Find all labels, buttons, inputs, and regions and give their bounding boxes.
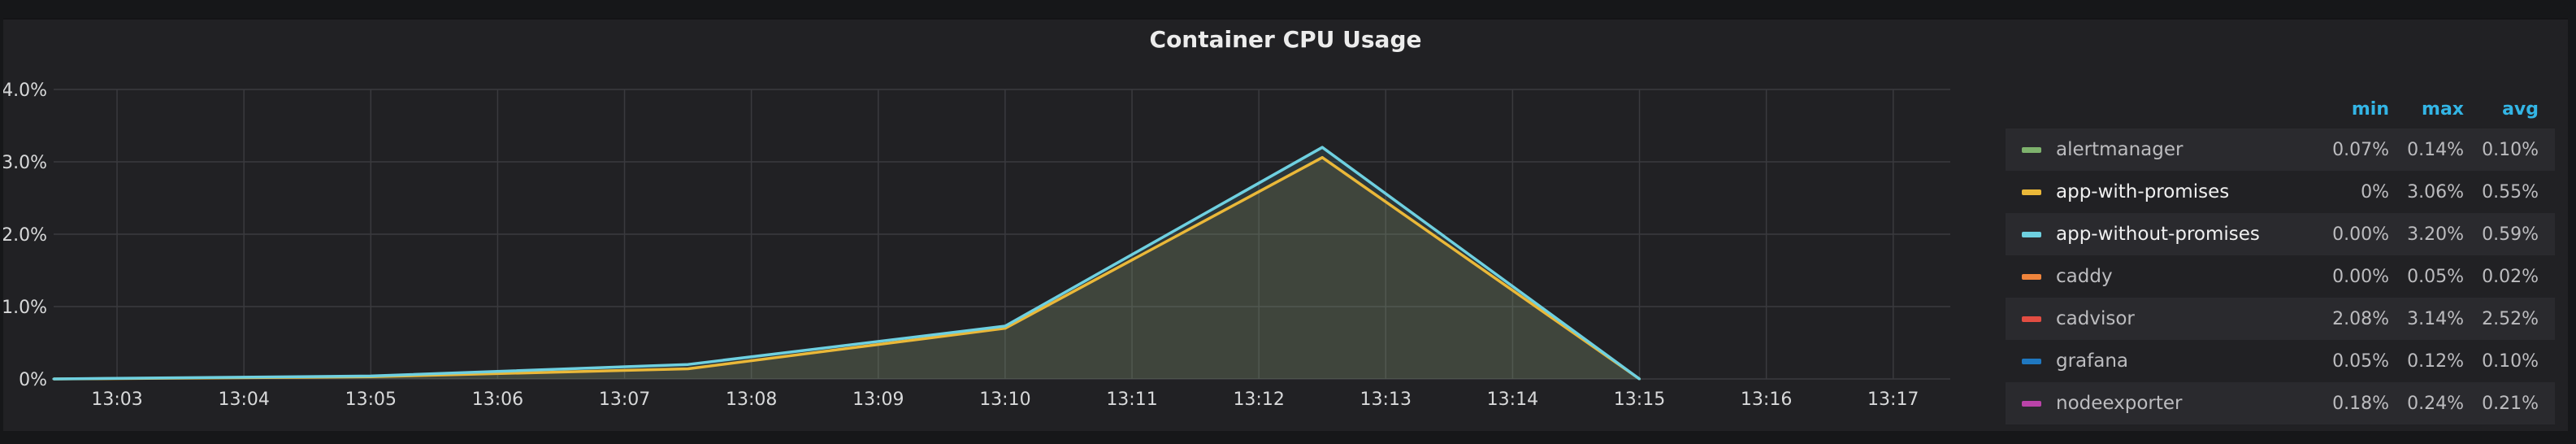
legend-item-cadvisor[interactable]: cadvisor 2.08% 3.14% 2.52% — [2006, 298, 2555, 340]
legend-min-value: 0% — [2361, 181, 2389, 202]
legend-min-value: 2.08% — [2332, 308, 2389, 329]
legend-max-value: 0.05% — [2407, 266, 2464, 287]
legend-avg-value: 0.55% — [2482, 181, 2539, 202]
legend-item-app-without-promises[interactable]: app-without-promises 0.00% 3.20% 0.59% — [2006, 213, 2555, 255]
y-tick-label: 0% — [19, 370, 47, 390]
legend-swatch[interactable] — [2022, 189, 2041, 195]
legend-max-value: 0.12% — [2407, 350, 2464, 372]
x-tick-label: 13:15 — [1614, 390, 1665, 410]
legend-item-nodeexporter[interactable]: nodeexporter 0.18% 0.24% 0.21% — [2006, 382, 2555, 424]
legend-avg-value: 0.10% — [2482, 350, 2539, 372]
y-axis: 0% 1.0% 2.0% 3.0% 4.0% — [3, 81, 47, 390]
y-tick-label: 4.0% — [3, 81, 47, 101]
legend-avg-value: 0.21% — [2482, 393, 2539, 414]
legend-series-name[interactable]: cadvisor — [2056, 308, 2314, 329]
legend-max-value: 3.14% — [2407, 308, 2464, 329]
legend-series-name[interactable]: grafana — [2056, 350, 2314, 372]
legend-table: min max avg alertmanager 0.07% 0.14% 0.10% a… — [2006, 89, 2555, 424]
data-point-app-with-promises[interactable] — [1321, 156, 1324, 159]
legend-item-caddy[interactable]: caddy 0.00% 0.05% 0.02% — [2006, 255, 2555, 298]
x-tick-label: 13:11 — [1106, 390, 1157, 410]
legend-swatch[interactable] — [2022, 146, 2041, 153]
x-tick-label: 13:07 — [599, 390, 650, 410]
x-tick-label: 13:16 — [1741, 390, 1792, 410]
legend-avg-value: 0.02% — [2482, 266, 2539, 287]
legend-max-value: 0.14% — [2407, 139, 2464, 160]
data-point-app-without-promises[interactable] — [1321, 146, 1324, 149]
legend-avg-value: 0.59% — [2482, 224, 2539, 245]
x-tick-label: 13:14 — [1487, 390, 1538, 410]
data-point-app-with-promises[interactable] — [687, 368, 690, 371]
legend-item-app-with-promises[interactable]: app-with-promises 0% 3.06% 0.55% — [2006, 171, 2555, 213]
legend-item-grafana[interactable]: grafana 0.05% 0.12% 0.10% — [2006, 340, 2555, 382]
legend-max-value: 3.06% — [2407, 181, 2464, 202]
y-tick-label: 3.0% — [3, 153, 47, 173]
x-tick-label: 13:09 — [852, 390, 904, 410]
legend-series-name[interactable]: app-without-promises — [2056, 224, 2314, 245]
legend-swatch[interactable] — [2022, 400, 2041, 407]
legend-min-value: 0.05% — [2332, 350, 2389, 372]
legend-swatch[interactable] — [2022, 231, 2041, 237]
legend-header: min max avg — [2006, 89, 2555, 128]
legend-max-value: 3.20% — [2407, 224, 2464, 245]
legend-min-value: 0.18% — [2332, 393, 2389, 414]
legend-series-name[interactable]: app-with-promises — [2056, 181, 2314, 202]
legend-col-avg[interactable]: avg — [2464, 99, 2539, 120]
data-point-app-without-promises[interactable] — [52, 377, 55, 381]
data-point-app-without-promises[interactable] — [1638, 377, 1641, 381]
y-tick-label: 1.0% — [3, 298, 47, 318]
legend-min-value: 0.07% — [2332, 139, 2389, 160]
x-tick-label: 13:08 — [726, 390, 777, 410]
x-tick-label: 13:12 — [1233, 390, 1284, 410]
x-tick-label: 13:03 — [91, 390, 142, 410]
legend-min-value: 0.00% — [2332, 266, 2389, 287]
data-point-app-without-promises[interactable] — [369, 374, 372, 377]
legend-series-name[interactable]: caddy — [2056, 266, 2314, 287]
legend-swatch[interactable] — [2022, 358, 2041, 364]
data-point-app-without-promises[interactable] — [1004, 324, 1007, 328]
x-tick-label: 13:13 — [1360, 390, 1412, 410]
x-tick-label: 13:17 — [1867, 390, 1919, 410]
legend-series-name[interactable]: alertmanager — [2056, 139, 2314, 160]
legend-max-value: 0.24% — [2407, 393, 2464, 414]
legend-avg-value: 2.52% — [2482, 308, 2539, 329]
legend-rows: alertmanager 0.07% 0.14% 0.10% app-with-prom… — [2006, 128, 2555, 424]
x-tick-label: 13:10 — [979, 390, 1030, 410]
x-tick-label: 13:06 — [472, 390, 523, 410]
legend-min-value: 0.00% — [2332, 224, 2389, 245]
y-tick-label: 2.0% — [3, 225, 47, 246]
legend-col-min[interactable]: min — [2314, 99, 2389, 120]
legend-avg-value: 0.10% — [2482, 139, 2539, 160]
legend-series-name[interactable]: nodeexporter — [2056, 393, 2314, 414]
x-tick-label: 13:05 — [345, 390, 397, 410]
legend-swatch[interactable] — [2022, 316, 2041, 322]
chart-plot[interactable]: 0%1.0%2.0%3.0%4.0% 13:03 13:04 13:05 13:06 1… — [3, 20, 1986, 431]
data-point-app-without-promises[interactable] — [687, 363, 690, 366]
legend-col-max[interactable]: max — [2389, 99, 2464, 120]
legend-swatch[interactable] — [2022, 273, 2041, 280]
chart-panel: Container CPU Usage 0% 1.0% 2.0% 3.0% 4.0% 1… — [3, 18, 2568, 431]
legend-item-alertmanager[interactable]: alertmanager 0.07% 0.14% 0.10% — [2006, 128, 2555, 171]
x-axis: 13:03 13:04 13:05 13:06 13:07 13:08 13:09 13:10… — [91, 390, 1919, 410]
x-tick-label: 13:04 — [218, 390, 269, 410]
